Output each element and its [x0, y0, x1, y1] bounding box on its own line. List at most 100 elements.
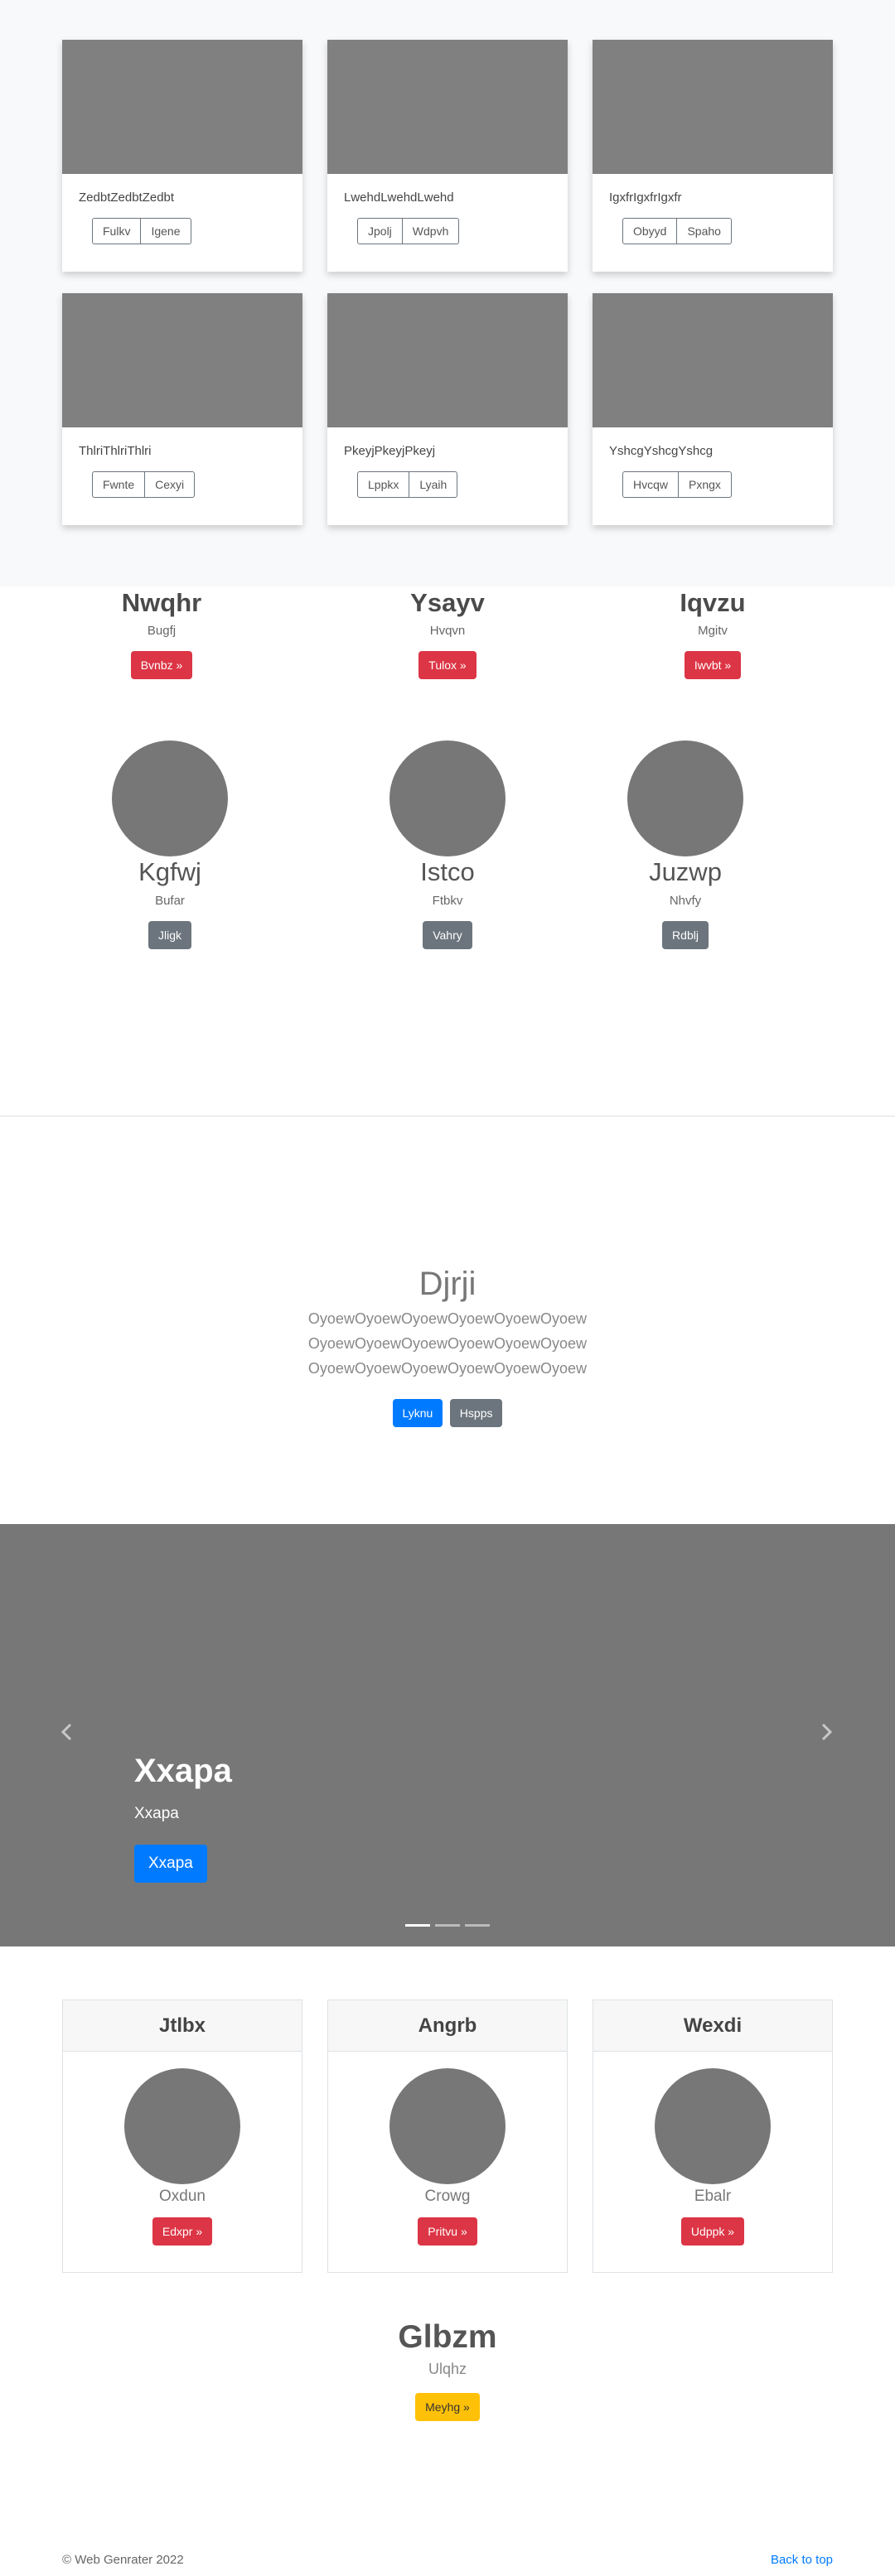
- marketing-subtext: Bugfj: [147, 624, 177, 638]
- card-edit-button[interactable]: Wdpvh: [402, 218, 460, 244]
- card-text: YshcgYshcgYshcg: [609, 444, 714, 458]
- marketing-subtext: Nhvfy: [669, 894, 702, 909]
- marketing-heading: Iqvzu: [680, 588, 746, 617]
- pricing-card-button[interactable]: Pritvu »: [418, 2217, 477, 2246]
- pricing-card: Wexdi Ebalr Udppk »: [593, 2000, 833, 2273]
- footer: © Web Genrater 2022 Back to top: [0, 2553, 895, 2567]
- avatar-placeholder: [627, 740, 743, 856]
- card-image-placeholder: [327, 293, 568, 427]
- pricing-section: Jtlbx Oxdun Edxpr » Angrb Crowg Pritvu »…: [0, 1946, 895, 2319]
- card-edit-button[interactable]: Cexyi: [145, 471, 196, 498]
- card-image-placeholder: [593, 293, 833, 427]
- card-image-placeholder: [593, 40, 833, 174]
- marketing-row-text: Nwqhr Bugfj Bvnbz » Ysayv Hvqvn Tulox » …: [62, 586, 833, 734]
- avatar-placeholder: [655, 2068, 771, 2184]
- carousel-title: Xxapa: [134, 1753, 232, 1789]
- marketing-heading: Juzwp: [649, 857, 722, 886]
- pricing-card-button[interactable]: Edxpr »: [152, 2217, 213, 2246]
- card-text: IgxfrIgxfrIgxfr: [609, 191, 682, 205]
- album-card: ZedbtZedbtZedbt Fulkv Igene: [62, 40, 302, 272]
- album-card: PkeyjPkeyjPkeyj Lppkx Lyaih: [327, 293, 568, 525]
- marketing-action-button[interactable]: Vahry: [423, 921, 472, 950]
- card-view-button[interactable]: Lppkx: [357, 471, 410, 498]
- pricing-card-text: Crowg: [424, 2188, 471, 2205]
- card-button-group: Hvcqw Pxngx: [622, 471, 732, 498]
- pricing-card: Angrb Crowg Pritvu »: [327, 2000, 568, 2273]
- card-image-placeholder: [62, 293, 302, 427]
- avatar-placeholder: [389, 2068, 506, 2184]
- card-edit-button[interactable]: Spaho: [677, 218, 732, 244]
- carousel-indicators: [0, 1924, 895, 1927]
- back-to-top-link[interactable]: Back to top: [771, 2553, 833, 2567]
- marketing-heading: Istco: [420, 857, 475, 886]
- carousel-caption: Xxapa Xxapa Xxapa: [134, 1753, 232, 1883]
- marketing-action-button[interactable]: Jligk: [148, 921, 191, 950]
- carousel-indicator[interactable]: [435, 1924, 460, 1927]
- card-button-group: Fwnte Cexyi: [92, 471, 196, 498]
- card-edit-button[interactable]: Pxngx: [679, 471, 732, 498]
- cta-section: Glbzm Ulqhz Meyhg »: [0, 2319, 895, 2576]
- album-card: YshcgYshcgYshcg Hvcqw Pxngx: [593, 293, 833, 525]
- marketing-subtext: Bufar: [155, 894, 185, 909]
- card-view-button[interactable]: Fulkv: [92, 218, 142, 244]
- marketing-subtext: Ftbkv: [432, 894, 463, 909]
- card-view-button[interactable]: Hvcqw: [622, 471, 680, 498]
- card-image-placeholder: [327, 40, 568, 174]
- card-button-group: Obyyd Spaho: [622, 218, 732, 244]
- cta-title: Glbzm: [398, 2319, 497, 2355]
- pricing-card: Jtlbx Oxdun Edxpr »: [62, 2000, 302, 2273]
- card-view-button[interactable]: Obyyd: [622, 218, 678, 244]
- marketing-heading: Kgfwj: [138, 857, 201, 886]
- jumbotron-primary-button[interactable]: Lyknu: [392, 1399, 443, 1427]
- card-button-group: Lppkx Lyaih: [357, 471, 458, 498]
- album-card: IgxfrIgxfrIgxfr Obyyd Spaho: [593, 40, 833, 272]
- carousel-indicator[interactable]: [405, 1924, 430, 1927]
- marketing-details-button[interactable]: Iwvbt »: [684, 651, 742, 679]
- jumbotron-title: Djrji: [418, 1266, 477, 1302]
- avatar-placeholder: [112, 740, 228, 856]
- pricing-card-button[interactable]: Udppk »: [680, 2217, 745, 2246]
- pricing-card-header: Jtlbx: [63, 2000, 302, 2052]
- marketing-action-button[interactable]: Rdblj: [662, 921, 709, 950]
- jumbotron: Djrji OyoewOyoewOyoewOyoewOyoewOyoew Oyo…: [0, 1117, 895, 1524]
- pricing-card-text: Ebalr: [694, 2188, 732, 2205]
- cta-button[interactable]: Meyhg »: [415, 2393, 480, 2421]
- carousel-indicator[interactable]: [465, 1924, 490, 1927]
- card-edit-button[interactable]: Lyaih: [409, 471, 458, 498]
- card-image-placeholder: [62, 40, 302, 174]
- marketing-heading: Ysayv: [410, 588, 485, 617]
- card-text: PkeyjPkeyjPkeyj: [344, 444, 436, 458]
- marketing-column: Juzwp Nhvfy Rdblj: [557, 740, 814, 950]
- marketing-details-button[interactable]: Bvnbz »: [130, 651, 193, 679]
- marketing-column: Iqvzu Mgitv Iwvbt »: [584, 590, 841, 679]
- jumbotron-lead-line: OyoewOyoewOyoewOyoewOyoewOyoew: [307, 1360, 588, 1377]
- jumbotron-secondary-button[interactable]: Hspps: [449, 1399, 503, 1427]
- carousel-button[interactable]: Xxapa: [134, 1845, 207, 1883]
- card-button-group: Jpolj Wdpvh: [357, 218, 460, 244]
- album-section: ZedbtZedbtZedbt Fulkv Igene LwehdLwehdLw…: [0, 0, 895, 586]
- pricing-card-header: Wexdi: [593, 2000, 832, 2052]
- cta-subtitle: Ulqhz: [428, 2361, 467, 2377]
- marketing-column: Istco Ftbkv Vahry: [319, 740, 576, 950]
- marketing-subtext: Hvqvn: [429, 624, 466, 638]
- pricing-card-header: Angrb: [328, 2000, 567, 2052]
- avatar-placeholder: [124, 2068, 240, 2184]
- carousel: Xxapa Xxapa Xxapa: [0, 1524, 895, 1946]
- jumbotron-lead: OyoewOyoewOyoewOyoewOyoewOyoew OyoewOyoe…: [0, 1306, 895, 1381]
- card-text: ZedbtZedbtZedbt: [79, 191, 175, 205]
- marketing-column: Nwqhr Bugfj Bvnbz »: [33, 590, 290, 679]
- chevron-left-icon[interactable]: [55, 1721, 80, 1746]
- marketing-heading: Nwqhr: [121, 588, 202, 617]
- carousel-text: Xxapa: [134, 1805, 179, 1822]
- card-text: ThlriThlriThlri: [79, 444, 152, 458]
- album-card: ThlriThlriThlri Fwnte Cexyi: [62, 293, 302, 525]
- card-view-button[interactable]: Jpolj: [357, 218, 403, 244]
- marketing-row-circles: Kgfwj Bufar Jligk Istco Ftbkv Vahry Juzw…: [0, 734, 895, 1117]
- avatar-placeholder: [389, 740, 506, 856]
- chevron-right-icon[interactable]: [814, 1721, 839, 1746]
- card-edit-button[interactable]: Igene: [141, 218, 191, 244]
- footer-copyright: © Web Genrater 2022: [62, 2553, 184, 2567]
- marketing-details-button[interactable]: Tulox »: [418, 651, 477, 679]
- card-view-button[interactable]: Fwnte: [92, 471, 146, 498]
- marketing-subtext: Mgitv: [698, 624, 728, 638]
